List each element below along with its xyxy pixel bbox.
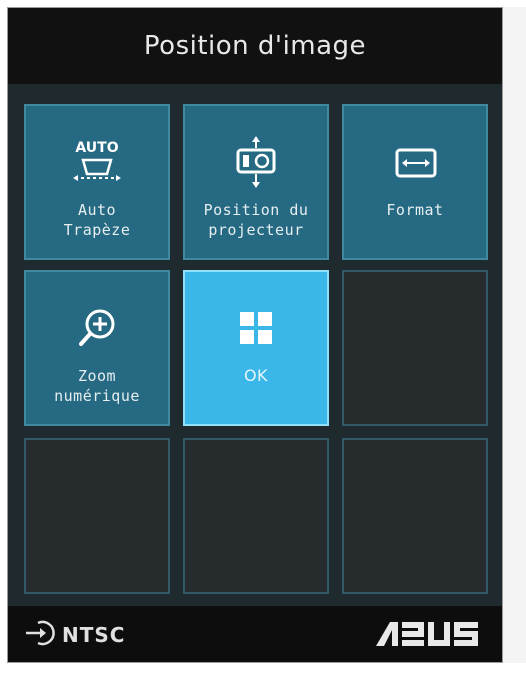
asus-logo — [376, 620, 480, 652]
tile-empty — [24, 438, 170, 594]
osd-menu-window: Position d'image AUTO Auto Trapèze Posit… — [7, 7, 503, 663]
tile-label: OK — [243, 366, 269, 385]
zoom-in-icon — [57, 304, 137, 352]
status-bar: NTSC — [8, 606, 502, 662]
auto-icon-text: AUTO — [75, 140, 118, 156]
tile-format[interactable]: Format — [342, 104, 488, 260]
tile-empty — [183, 438, 329, 594]
projector-position-icon — [216, 136, 296, 188]
side-strip — [503, 7, 526, 663]
input-source-icon — [24, 618, 58, 652]
tile-ok[interactable]: OK — [183, 270, 329, 426]
tile-empty — [342, 438, 488, 594]
tile-auto-keystone[interactable]: AUTO Auto Trapèze — [24, 104, 170, 260]
auto-keystone-icon: AUTO — [57, 138, 137, 186]
input-source: NTSC — [24, 618, 125, 652]
tile-digital-zoom[interactable]: Zoom numérique — [24, 270, 170, 426]
aspect-ratio-icon — [375, 138, 455, 186]
tile-projector-position[interactable]: Position du projecteur — [183, 104, 329, 260]
menu-title: Position d'image — [143, 31, 367, 61]
tile-label: Auto Trapèze — [63, 201, 131, 239]
tile-label: Zoom numérique — [54, 367, 140, 405]
tile-empty — [342, 270, 488, 426]
tile-label: Position du projecteur — [203, 201, 309, 239]
tile-label: Format — [386, 201, 444, 219]
source-label: NTSC — [62, 623, 126, 647]
tile-grid: AUTO Auto Trapèze Position du projecteur… — [8, 84, 502, 606]
grid-icon — [216, 304, 296, 352]
menu-header: Position d'image — [8, 8, 502, 84]
